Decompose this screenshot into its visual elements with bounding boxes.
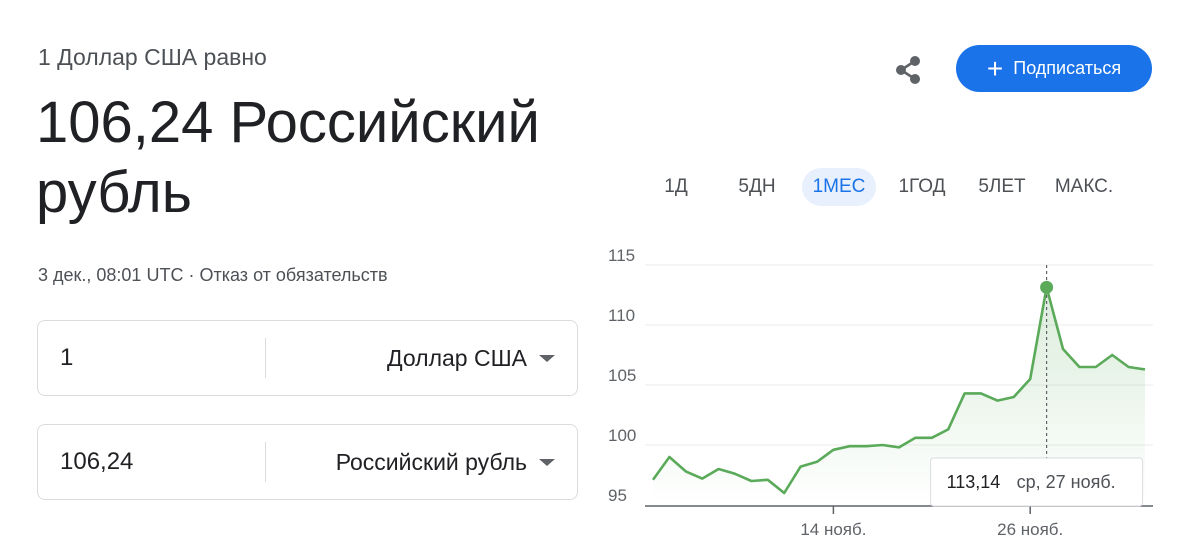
y-tick-label: 95	[608, 486, 627, 505]
tab-max[interactable]: МАКС.	[1046, 168, 1122, 206]
x-tick-label: 14 нояб.	[800, 520, 866, 539]
chevron-down-icon[interactable]	[539, 458, 555, 466]
timestamp: 3 дек., 08:01 UTC	[38, 265, 184, 285]
plus-icon: +	[986, 52, 1004, 84]
range-tabs: 1Д 5ДН 1МЕС 1ГОД 5ЛЕТ МАКС.	[640, 168, 1140, 206]
meta-line: 3 дек., 08:01 UTC · Отказ от обязательст…	[38, 265, 388, 286]
tab-5d[interactable]: 5ДН	[732, 168, 782, 206]
subscribe-label: Подписаться	[1013, 58, 1122, 78]
tab-1y[interactable]: 1ГОД	[892, 168, 952, 206]
to-currency-select[interactable]: Российский рубль	[266, 449, 539, 476]
y-tick-label: 100	[608, 426, 636, 445]
hover-marker[interactable]	[1040, 280, 1054, 294]
chevron-down-icon[interactable]	[539, 354, 555, 362]
header-subtitle: 1 Доллар США равно	[38, 44, 267, 70]
tooltip-date: ср, 27 нояб.	[1017, 472, 1116, 492]
y-tick-label: 105	[608, 366, 636, 385]
from-amount-input[interactable]: 1	[38, 344, 265, 372]
x-tick-label: 26 нояб.	[997, 520, 1063, 539]
from-currency-select[interactable]: Доллар США	[266, 345, 539, 372]
subscribe-button[interactable]: + Подписаться	[956, 45, 1152, 92]
disclaimer-link[interactable]: Отказ от обязательств	[199, 265, 387, 285]
separator: ·	[188, 265, 195, 285]
converter-from[interactable]: 1 Доллар США	[37, 320, 578, 396]
share-icon[interactable]	[890, 52, 926, 88]
exchange-value: 106,24 Российский рубль	[36, 90, 540, 225]
tooltip-value: 113,14	[947, 472, 1001, 492]
y-tick-label: 115	[608, 246, 635, 265]
tooltip: 113,14 ср, 27 нояб.	[930, 457, 1144, 507]
y-tick-label: 110	[608, 306, 635, 325]
tab-1m[interactable]: 1МЕС	[802, 168, 876, 206]
tab-5y[interactable]: 5ЛЕТ	[974, 168, 1030, 206]
to-amount-input[interactable]: 106,24	[38, 448, 265, 476]
converter-to[interactable]: 106,24 Российский рубль	[37, 424, 578, 500]
rate-chart: 95 100 105 110 115 14 нояб. 26 нояб. 113,14 с…	[608, 246, 1153, 539]
tab-1d[interactable]: 1Д	[656, 168, 696, 206]
